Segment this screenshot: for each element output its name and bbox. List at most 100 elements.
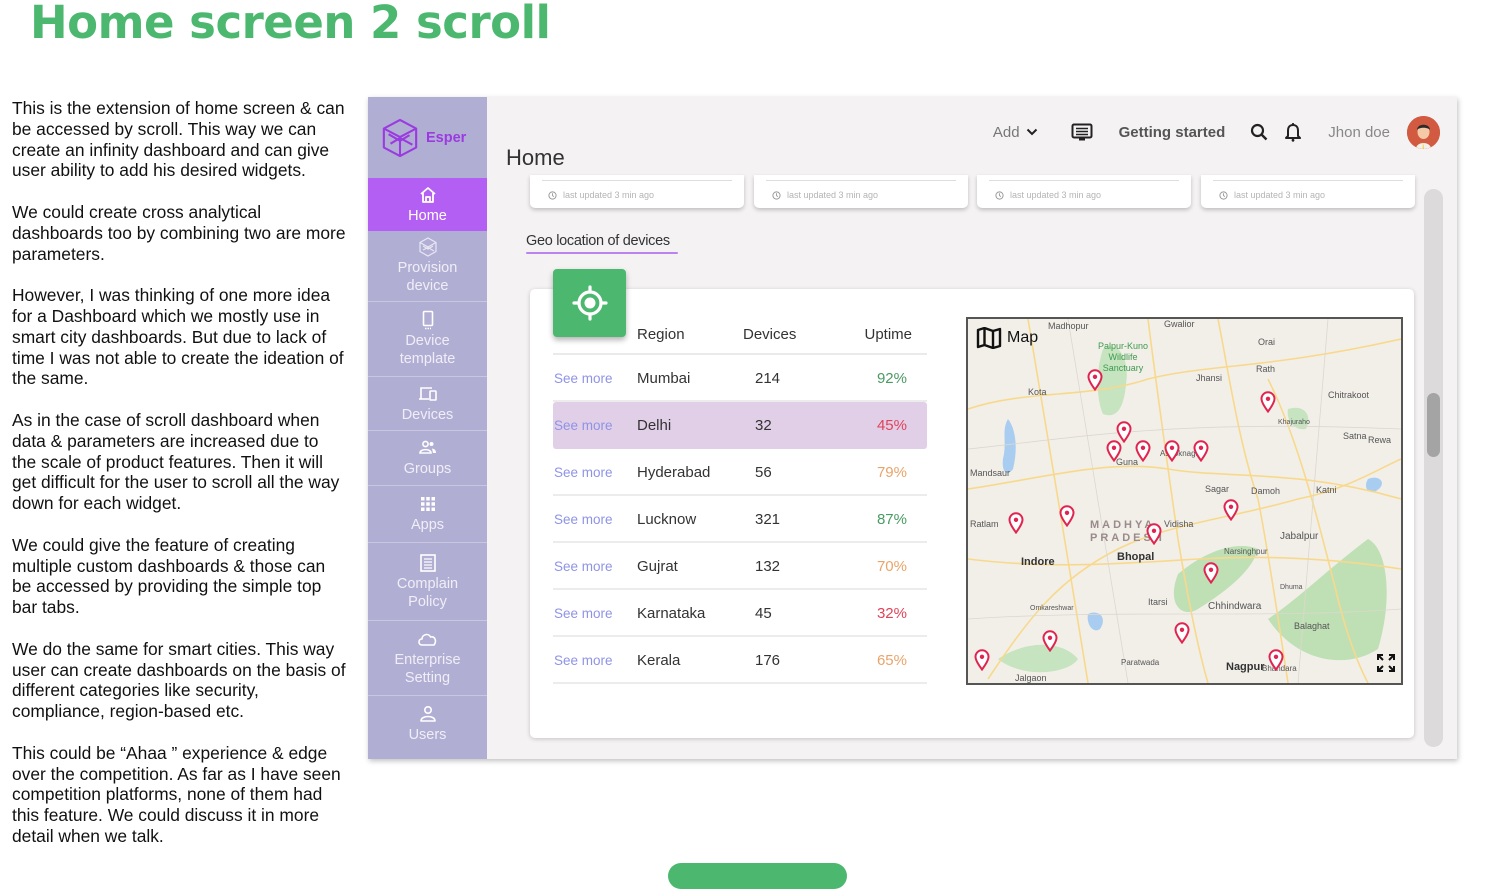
sidebar-item-provision-device[interactable]: Provision device	[368, 231, 487, 302]
sidebar-item-enterprise-setting[interactable]: Enterprise Setting	[368, 621, 487, 696]
table-row[interactable]: See more Kerala 176 65%	[553, 637, 927, 684]
table-row[interactable]: See more Lucknow 321 87%	[553, 496, 927, 543]
fullscreen-icon	[1377, 654, 1395, 672]
section-underline	[526, 252, 678, 254]
map-pin-icon[interactable]	[1059, 505, 1075, 527]
see-more-link[interactable]: See more	[554, 512, 613, 527]
table-row[interactable]: See more Karnataka 45 32%	[553, 590, 927, 637]
stat-card[interactable]: last updated 3 min ago	[754, 175, 968, 208]
sidebar-item-label: Provision device	[397, 260, 458, 294]
region-cell: Lucknow	[637, 511, 697, 528]
uptime-cell: 92%	[876, 370, 907, 387]
last-updated: last updated 3 min ago	[548, 190, 654, 200]
map-pin-icon[interactable]	[1203, 562, 1219, 584]
stat-card[interactable]: last updated 3 min ago	[1201, 175, 1415, 208]
map-pin-icon[interactable]	[1223, 499, 1239, 521]
map-pin-icon[interactable]	[1268, 649, 1284, 671]
sidebar-item-apps[interactable]: Apps	[368, 486, 487, 543]
map-city-label: Rewa	[1368, 435, 1392, 445]
last-updated-text: last updated 3 min ago	[563, 190, 655, 200]
map-city-label: Mandsaur	[970, 468, 1011, 478]
see-more-link[interactable]: See more	[554, 371, 613, 386]
see-more-link[interactable]: See more	[554, 559, 613, 574]
sidebar-item-label: Home	[408, 207, 447, 224]
map-pin-icon[interactable]	[1135, 440, 1151, 462]
see-more-link[interactable]: See more	[554, 606, 613, 621]
region-cell: Karnataka	[637, 605, 706, 622]
sidebar-item-device-template[interactable]: Device template	[368, 302, 487, 377]
messages-button[interactable]	[1071, 123, 1093, 141]
map-pin-icon[interactable]	[1260, 391, 1276, 413]
add-dropdown[interactable]: Add	[993, 124, 1038, 141]
slide-title: Home screen 2 scroll	[30, 0, 551, 49]
sidebar-item-users[interactable]: Users	[368, 696, 487, 752]
divider	[542, 180, 732, 181]
getting-started-link[interactable]: Getting started	[1119, 124, 1226, 141]
map-icon	[976, 327, 1002, 349]
map-city-label: Paratwada	[1121, 658, 1160, 667]
geo-table: Region Devices Uptime See more Mumbai 214 9…	[553, 325, 927, 684]
map-pin-icon[interactable]	[974, 649, 990, 671]
search-button[interactable]	[1250, 123, 1268, 141]
bell-icon	[1285, 123, 1302, 142]
map-pin-icon[interactable]	[1106, 440, 1122, 462]
topbar: Add Getting started Jhon doe	[993, 114, 1440, 150]
sidebar-item-complain-policy[interactable]: Complain Policy	[368, 543, 487, 621]
column-header-devices: Devices	[743, 326, 797, 343]
map-city-label: Khajuraho	[1278, 419, 1310, 426]
map-pin-icon[interactable]	[1087, 369, 1103, 391]
map-pin-icon[interactable]	[1164, 440, 1180, 462]
table-row[interactable]: See more Gujrat 132 70%	[553, 543, 927, 590]
last-updated: last updated 3 min ago	[1219, 190, 1325, 200]
stat-card[interactable]: last updated 3 min ago	[530, 175, 744, 208]
sidebar-item-home[interactable]: Home	[368, 178, 487, 231]
map-pin-icon[interactable]	[1008, 512, 1024, 534]
table-body: See more Mumbai 214 92% See more Delhi 32 45% Se…	[553, 355, 927, 684]
note-paragraph: We do the same for smart cities. This wa…	[12, 638, 346, 722]
scrollbar-thumb[interactable]	[1427, 393, 1440, 457]
uptime-cell: 32%	[876, 605, 907, 622]
map-city-label: Katni	[1316, 485, 1337, 495]
stat-card[interactable]: last updated 3 min ago	[977, 175, 1191, 208]
column-header-uptime: Uptime	[864, 326, 912, 343]
user-icon	[419, 705, 436, 722]
avatar[interactable]	[1407, 115, 1440, 149]
message-board-icon	[1071, 123, 1093, 141]
see-more-link[interactable]: See more	[554, 418, 613, 433]
map-city-label: Bhopal	[1117, 551, 1155, 563]
sidebar-item-label: Devices	[401, 406, 454, 423]
map-pin-icon[interactable]	[1042, 630, 1058, 652]
sidebar-item-groups[interactable]: Groups	[368, 431, 487, 486]
devices-cell: 321	[755, 511, 781, 528]
map-widget[interactable]: Madhopur Gwalior Palpur-Kuno Wildlife Sa…	[966, 317, 1403, 685]
devices-cell: 214	[755, 370, 781, 387]
table-row[interactable]: See more Mumbai 214 92%	[553, 355, 927, 402]
map-city-label: Narsinghpur	[1224, 547, 1268, 556]
devices-cell: 56	[755, 464, 772, 481]
see-more-link[interactable]: See more	[554, 465, 613, 480]
note-paragraph: However, I was thinking of one more idea…	[12, 285, 344, 389]
user-name[interactable]: Jhon doe	[1328, 124, 1390, 141]
brand[interactable]: Esper	[368, 97, 487, 178]
divider	[989, 180, 1179, 181]
table-row[interactable]: See more Hyderabad 56 79%	[553, 449, 927, 496]
map-city-label: Vidisha	[1164, 519, 1194, 529]
see-more-link[interactable]: See more	[554, 653, 613, 668]
map-pin-icon[interactable]	[1146, 523, 1162, 545]
fullscreen-button[interactable]	[1377, 654, 1395, 677]
map-pin-icon[interactable]	[1193, 440, 1209, 462]
region-cell: Delhi	[637, 417, 672, 434]
sidebar-item-devices[interactable]: Devices	[368, 377, 487, 431]
sidebar-item-label: Enterprise Setting	[394, 652, 461, 686]
sidebar-item-label: Complain Policy	[396, 575, 459, 610]
page-title: Home	[506, 145, 565, 170]
notifications-button[interactable]	[1284, 122, 1302, 142]
scrollbar-track[interactable]	[1424, 189, 1443, 747]
apps-grid-icon	[420, 497, 435, 511]
note-paragraph: As in the case of scroll dashboard when …	[12, 409, 340, 514]
map-label: Map	[976, 327, 1038, 349]
map-pin-icon[interactable]	[1174, 622, 1190, 644]
table-row[interactable]: See more Delhi 32 45%	[553, 402, 927, 449]
stat-cards-row: last updated 3 min ago last updated 3 mi…	[530, 175, 1416, 208]
map-city-label: Rath	[1256, 364, 1276, 374]
